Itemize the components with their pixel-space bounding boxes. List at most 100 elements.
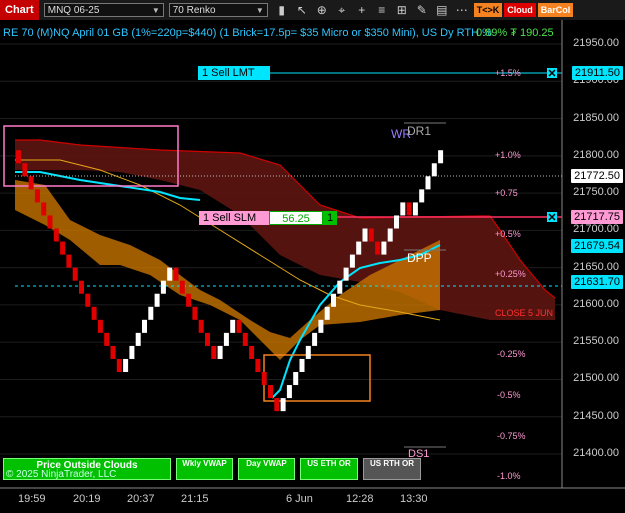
wkly-vwap-button[interactable]: Wkly VWAP	[176, 458, 233, 480]
price-marker-vwap: 21679.54	[571, 239, 623, 253]
cloud-button[interactable]: Cloud	[504, 3, 536, 17]
renko-brick-up	[217, 345, 223, 359]
barcol-button[interactable]: BarCol	[537, 3, 574, 17]
pct-level: +0.5%	[495, 229, 521, 239]
renko-brick-up	[419, 189, 425, 203]
more-icon[interactable]: ⋯	[452, 0, 472, 20]
price-tick: 21600.00	[573, 297, 619, 310]
renko-brick-down	[249, 345, 255, 359]
renko-brick-up	[312, 332, 318, 346]
renko-brick-up	[431, 163, 437, 177]
renko-brick-up	[129, 345, 135, 359]
chevron-down-icon: ▼	[151, 6, 160, 15]
renko-brick-down	[72, 267, 78, 281]
renko-brick-down	[375, 241, 381, 255]
price-marker-limit: 21911.50	[571, 66, 623, 80]
renko-brick-down	[16, 150, 21, 164]
time-tick: 21:15	[181, 493, 209, 505]
renko-brick-down	[211, 345, 217, 359]
pct-level: -0.25%	[497, 349, 526, 359]
pct-level: -0.5%	[497, 390, 521, 400]
renko-brick-up	[337, 280, 343, 294]
renko-brick-up	[400, 202, 406, 216]
price-tick: 21800.00	[573, 148, 619, 161]
price-tick: 21850.00	[573, 111, 619, 124]
price-chart[interactable]	[0, 20, 625, 513]
day-vwap-button[interactable]: Day VWAP	[238, 458, 295, 480]
renko-brick-up	[305, 345, 311, 359]
renko-brick-up	[154, 293, 160, 307]
pointer-icon[interactable]: ↖	[292, 0, 312, 20]
renko-brick-down	[186, 293, 192, 307]
instrument-value: MNQ 06-25	[47, 5, 100, 16]
renko-brick-up	[331, 293, 336, 307]
dpp-label: DPP	[407, 251, 432, 265]
pct-level: -1.0%	[497, 471, 521, 481]
renko-brick-down	[41, 202, 47, 216]
close-x-icon[interactable]	[547, 212, 557, 222]
instrument-selector[interactable]: MNQ 06-25 ▼	[43, 3, 164, 17]
price-marker-vwap-2: 21631.70	[571, 275, 623, 289]
pct-level: +0.25%	[495, 269, 526, 279]
renko-brick-down	[85, 293, 91, 307]
sell-limit-order[interactable]: 1 Sell LMT	[198, 66, 270, 80]
us-eth-or-button[interactable]: US ETH OR	[300, 458, 358, 480]
renko-brick-up	[356, 241, 362, 255]
renko-brick-down	[261, 372, 267, 386]
price-tick: 21650.00	[573, 260, 619, 273]
renko-brick-down	[110, 345, 116, 359]
draw-icon[interactable]: ✎	[412, 0, 432, 20]
close-x-icon[interactable]	[547, 68, 557, 78]
strategy-icon[interactable]: ⊞	[392, 0, 412, 20]
renko-brick-down	[179, 280, 185, 294]
pct-level: +1.0%	[495, 150, 521, 160]
period-value: 70 Renko	[172, 5, 216, 16]
renko-brick-up	[425, 176, 431, 190]
renko-brick-up	[381, 241, 387, 255]
renko-brick-up	[123, 358, 129, 372]
stop-price-field[interactable]: 56.25	[269, 211, 323, 225]
renko-brick-down	[28, 176, 34, 190]
pct-level: -0.75%	[497, 431, 526, 441]
bar-style-icon[interactable]: ▮	[272, 0, 292, 20]
price-tick: 21750.00	[573, 186, 619, 199]
chart-tab[interactable]: Chart	[0, 0, 39, 20]
price-tick: 21550.00	[573, 335, 619, 348]
us-rth-or-button[interactable]: US RTH OR	[363, 458, 421, 480]
add-icon[interactable]: +	[352, 0, 372, 20]
dr1-label: DR1	[407, 124, 432, 138]
crosshair-icon[interactable]: ⌖	[332, 0, 352, 20]
renko-brick-down	[406, 202, 412, 216]
renko-brick-up	[230, 319, 236, 333]
renko-brick-up	[293, 372, 299, 386]
renko-brick-down	[173, 267, 179, 281]
pct-level: +1.5%	[495, 68, 521, 78]
indicators-icon[interactable]: ≡	[372, 0, 392, 20]
zoom-icon[interactable]: ⊕	[312, 0, 332, 20]
renko-brick-up	[349, 254, 355, 268]
renko-brick-down	[268, 385, 273, 399]
time-tick: 19:59	[18, 493, 46, 505]
time-tick: 20:19	[73, 493, 101, 505]
price-tick: 21400.00	[573, 447, 619, 459]
renko-brick-down	[22, 163, 28, 177]
renko-brick-up	[286, 385, 292, 399]
stop-qty[interactable]: 1	[323, 211, 337, 225]
period-selector[interactable]: 70 Renko ▼	[168, 3, 268, 17]
properties-icon[interactable]: ▤	[432, 0, 452, 20]
renko-brick-down	[368, 228, 374, 242]
tk-button[interactable]: T<>K	[473, 3, 503, 17]
renko-brick-up	[167, 267, 173, 281]
copyright-label: © 2025 NinjaTrader, LLC	[6, 469, 117, 480]
renko-brick-down	[91, 306, 97, 320]
price-tick: 21450.00	[573, 409, 619, 422]
sell-stop-order[interactable]: 1 Sell SLM	[199, 211, 269, 225]
renko-brick-up	[142, 319, 147, 333]
renko-brick-up	[362, 228, 368, 242]
renko-brick-down	[53, 228, 59, 242]
time-tick: 12:28	[346, 493, 374, 505]
renko-brick-down	[104, 332, 110, 346]
renko-brick-down	[79, 280, 84, 294]
renko-brick-down	[97, 319, 103, 333]
renko-brick-down	[205, 332, 210, 346]
